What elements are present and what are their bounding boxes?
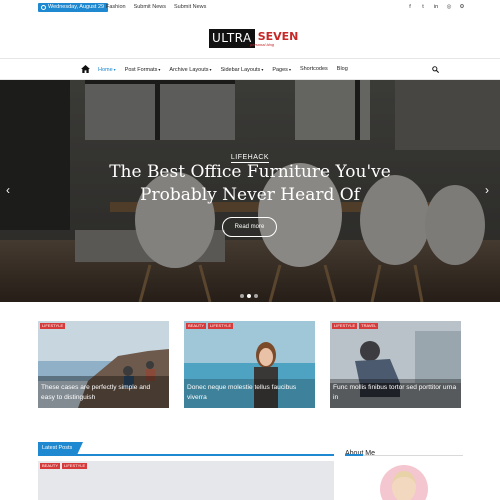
top-link-submit-news[interactable]: Submit News: [134, 3, 166, 12]
nav-item-home[interactable]: Home▾: [98, 59, 116, 81]
logo-tagline: personal blog: [250, 42, 275, 47]
card-title[interactable]: Func mollis finibus tortor sed porttitor…: [333, 383, 457, 403]
tag-lifestyle[interactable]: LIFESTYLE: [40, 323, 66, 329]
post-card[interactable]: LIFESTYLE These cases are perfectly simp…: [38, 321, 169, 408]
social-links: f t in ◎ ⚙: [407, 3, 465, 12]
twitter-icon[interactable]: t: [420, 3, 426, 12]
nav-items: Home▾ Post Formats▾ Archive Layouts▾ Sid…: [98, 59, 348, 81]
post-card[interactable]: BEAUTY LIFESTYLE Donec neque molestie te…: [184, 321, 315, 408]
latest-post-image[interactable]: BEAUTY LIFESTYLE: [38, 461, 334, 500]
chevron-down-icon: ▾: [158, 67, 161, 72]
slider-dot-2[interactable]: [247, 294, 251, 298]
top-link-submit-news-2[interactable]: Submit News: [174, 3, 206, 12]
avatar-image: [392, 471, 416, 500]
card-tags: LIFESTYLE: [40, 323, 66, 329]
tag-beauty[interactable]: BEAUTY: [186, 323, 207, 329]
date-text: Wednesday, August 29: [48, 4, 105, 10]
clock-icon: [41, 5, 46, 10]
tag-beauty[interactable]: BEAUTY: [40, 463, 61, 469]
chevron-down-icon: ▾: [288, 67, 291, 72]
chevron-down-icon: ▾: [113, 67, 116, 72]
nav-item-archive-layouts[interactable]: Archive Layouts▾: [169, 59, 211, 81]
tag-lifestyle[interactable]: LIFESTYLE: [208, 323, 234, 329]
card-tags: BEAUTY LIFESTYLE: [186, 323, 234, 329]
avatar: [380, 465, 428, 500]
tag-lifestyle[interactable]: LIFESTYLE: [62, 463, 88, 469]
nav-item-pages[interactable]: Pages▾: [272, 59, 291, 81]
card-title[interactable]: These cases are perfectly simple and eas…: [41, 383, 165, 403]
nav-item-post-formats[interactable]: Post Formats▾: [125, 59, 161, 81]
hero-title[interactable]: The Best Office Furniture You've Probabl…: [80, 161, 420, 207]
chevron-down-icon: ▾: [209, 67, 212, 72]
latest-posts-label: Latest Posts: [38, 442, 84, 455]
logo-ultra: ULTRA: [209, 29, 255, 48]
home-icon[interactable]: [81, 65, 90, 73]
slider-dot-1[interactable]: [240, 294, 244, 298]
linkedin-icon[interactable]: in: [433, 3, 439, 12]
latest-post-tags: BEAUTY LIFESTYLE: [40, 463, 88, 469]
top-links: Fashion Submit News Submit News: [106, 3, 206, 12]
card-title[interactable]: Donec neque molestie tellus faucibus viv…: [187, 383, 311, 403]
date-badge: Wednesday, August 29: [38, 3, 109, 12]
post-card[interactable]: LIFESTYLE TRAVEL Func mollis finibus tor…: [330, 321, 461, 408]
nav-item-sidebar-layouts[interactable]: Sidebar Layouts▾: [221, 59, 264, 81]
chevron-down-icon: ▾: [261, 67, 264, 72]
instagram-icon[interactable]: ◎: [446, 3, 452, 12]
slider-dots: [240, 294, 258, 298]
slider-dot-3[interactable]: [254, 294, 258, 298]
nav-item-blog[interactable]: Blog: [337, 59, 348, 81]
tag-lifestyle[interactable]: LIFESTYLE: [332, 323, 358, 329]
prev-arrow-icon[interactable]: ‹: [6, 183, 10, 197]
nav-item-shortcodes[interactable]: Shortcodes: [300, 59, 328, 81]
facebook-icon[interactable]: f: [407, 3, 413, 12]
settings-icon[interactable]: ⚙: [459, 3, 465, 12]
card-tags: LIFESTYLE TRAVEL: [332, 323, 379, 329]
read-more-button[interactable]: Read more: [222, 217, 277, 237]
latest-posts-header: Latest Posts: [38, 442, 334, 456]
about-me-label: About Me: [345, 450, 375, 457]
next-arrow-icon[interactable]: ›: [485, 183, 489, 197]
tag-travel[interactable]: TRAVEL: [359, 323, 379, 329]
main-nav: Home▾ Post Formats▾ Archive Layouts▾ Sid…: [0, 58, 500, 80]
hero-slider[interactable]: LIFEHACK The Best Office Furniture You'v…: [0, 80, 500, 302]
top-link-fashion[interactable]: Fashion: [106, 3, 126, 12]
about-me-header: About Me: [345, 442, 463, 457]
top-bar: Wednesday, August 29 Fashion Submit News…: [0, 0, 500, 14]
search-icon[interactable]: [432, 66, 439, 73]
